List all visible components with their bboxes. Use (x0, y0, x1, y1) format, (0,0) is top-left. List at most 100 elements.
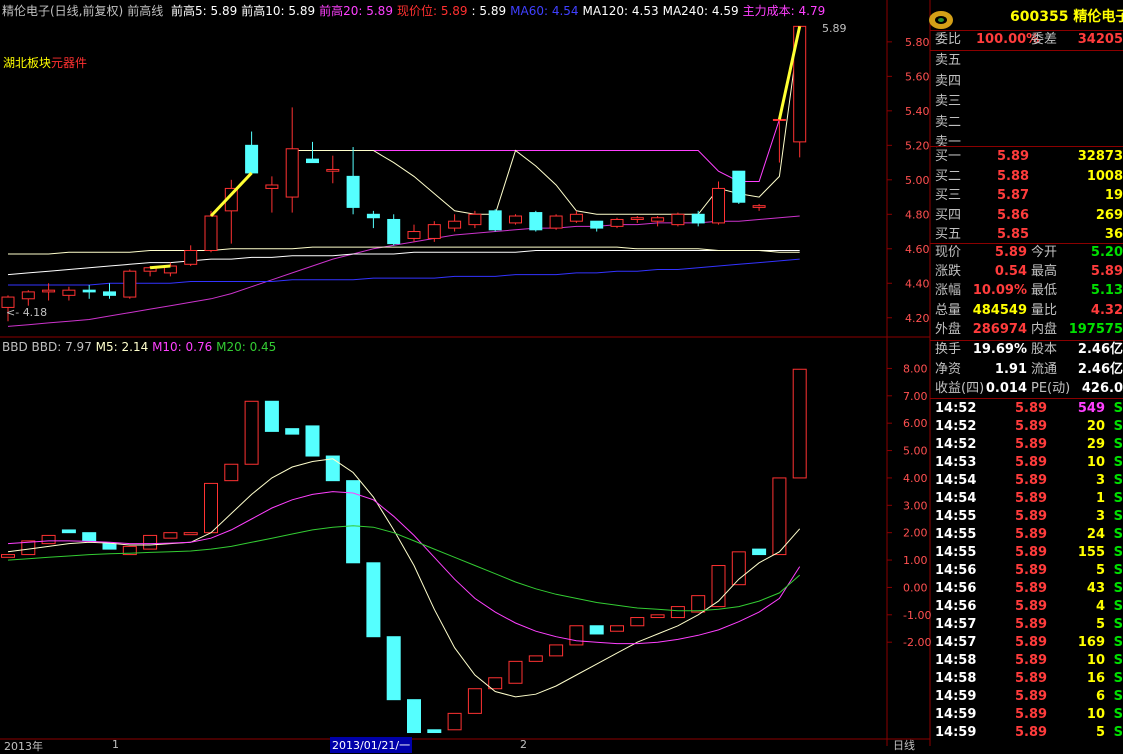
tick-time: 14:59 (935, 707, 977, 722)
stat-label: 内盘 (1031, 321, 1058, 337)
buy-level-row[interactable]: 买五 5.85 36 (935, 226, 1123, 244)
buy-level-row[interactable]: 买四 5.86 269 (935, 207, 1123, 225)
tick-price: 5.89 (1015, 725, 1048, 740)
tick-volume: 155 (1077, 545, 1105, 560)
tick-price: 5.89 (1015, 509, 1048, 524)
price-tick-label: 5.60 (905, 70, 930, 83)
candle-body (651, 217, 665, 222)
bbd-bar (183, 532, 198, 536)
tick-time: 14:52 (935, 401, 977, 416)
tick-price: 5.89 (1015, 599, 1048, 614)
candle-body (427, 224, 441, 239)
header-item: 现价位: 5.89 (396, 4, 468, 18)
bbd-tick-label: -2.00 (903, 636, 931, 649)
tick-volume: 169 (1077, 635, 1105, 650)
tick-volume: 10 (1086, 707, 1105, 722)
tick-price: 5.89 (1015, 563, 1048, 578)
tick-price: 5.89 (1015, 401, 1048, 416)
tick-side: S (1113, 545, 1123, 560)
fund-value: 2.46亿 (1077, 361, 1123, 377)
tick-side: S (1113, 635, 1123, 650)
axis-labels: 5.80 5.60 5.40 5.20 5.00 4.80 4.60 4.40 4.20 8.00… (887, 36, 931, 649)
tick-row: 14:59 5.89 6 S (935, 688, 1123, 706)
sector-label[interactable]: 湖北板块元器件 (3, 54, 87, 71)
fund-label: 净资 (935, 361, 962, 377)
footer-date[interactable]: 2013/01/21/一 (330, 737, 413, 753)
tick-side: S (1113, 599, 1123, 614)
candle-body (448, 220, 462, 229)
buy-price: 5.89 (997, 149, 1030, 164)
buy-volume: 36 (1104, 227, 1123, 242)
tick-row: 14:55 5.89 24 S (935, 526, 1123, 544)
sell-level-row[interactable]: 卖二 (935, 114, 1123, 132)
line-mid (292, 26, 801, 215)
bbd-bar (691, 595, 706, 613)
stat-label: 量比 (1031, 302, 1058, 318)
candle-body (245, 144, 259, 174)
sell-label: 卖五 (935, 53, 962, 68)
bbd-header: BBD BBD: 7.97 M5: 2.14 M10: 0.76 M20: 0.… (2, 340, 276, 354)
price-tick-label: 5.00 (905, 174, 930, 187)
candle-body (407, 231, 421, 239)
tick-volume: 24 (1086, 527, 1105, 542)
candle-body (204, 215, 218, 252)
chart-header: 精伦电子(日线,前复权) 前高线 前高5: 5.89 前高10: 5.89 前高20:… (2, 2, 833, 19)
price-tick-label: 5.40 (905, 105, 930, 118)
tick-side: S (1113, 689, 1123, 704)
stat-value: 5.89 (1090, 264, 1123, 280)
bbd-bar (488, 677, 503, 690)
buy-price: 5.86 (997, 207, 1030, 223)
fund-value: 0.014 (985, 381, 1027, 396)
tick-price: 5.89 (1015, 689, 1048, 704)
tick-row: 14:56 5.89 4 S (935, 598, 1123, 616)
indicator-name: 前高线 (127, 4, 164, 18)
fund-label: 流通 (1031, 361, 1058, 377)
candle-body (630, 217, 644, 220)
stat-label: 最低 (1031, 283, 1058, 299)
bbd-bar (610, 625, 624, 632)
bbd-bar (447, 712, 462, 731)
tick-side: S (1113, 725, 1123, 740)
tick-price: 5.89 (1015, 671, 1048, 686)
sell-level-row[interactable]: 卖四 (935, 73, 1123, 91)
tick-side: S (1113, 473, 1123, 488)
candle-body (691, 213, 705, 224)
buy-level-row[interactable]: 买三 5.87 19 (935, 187, 1123, 205)
fund-value: 19.69% (972, 342, 1027, 357)
tick-time: 14:57 (935, 617, 977, 632)
footer-period[interactable]: 日线 (893, 737, 915, 753)
header-item: : 5.89 (471, 4, 507, 18)
bbd-bar (386, 636, 401, 701)
sell-level-row[interactable]: 卖三 (935, 93, 1123, 111)
sell-level-row[interactable]: 卖五 (935, 52, 1123, 70)
candle-body (488, 210, 502, 231)
bbd-bar (264, 400, 279, 432)
tick-row: 14:54 5.89 3 S (935, 472, 1123, 490)
tick-volume: 29 (1086, 437, 1105, 452)
tick-volume: 3 (1095, 509, 1105, 524)
fundamental-row: 净资 1.91 流通 2.46亿 (935, 361, 1123, 379)
weicha-label: 委差 (1031, 32, 1058, 47)
buy-level-row[interactable]: 买一 5.89 32873 (935, 148, 1123, 166)
tick-volume: 5 (1095, 617, 1105, 632)
tick-row: 14:52 5.89 549 S (935, 400, 1123, 418)
header-item: MA240: 4.59 (662, 4, 739, 18)
stat-value: 5.89 (994, 245, 1027, 260)
tick-price: 5.89 (1015, 473, 1048, 488)
fundamental-row: 换手 19.69% 股本 2.46亿 (935, 341, 1123, 359)
buy-label: 买三 (935, 188, 962, 203)
tick-volume: 6 (1095, 689, 1105, 704)
tick-time: 14:56 (935, 563, 977, 578)
bbd-bar (467, 688, 482, 714)
bbd-bar (204, 482, 218, 534)
tick-row: 14:57 5.89 5 S (935, 616, 1123, 634)
header-item: 前高5: 5.89 (171, 4, 238, 18)
bbd-bar (772, 477, 787, 556)
tick-time: 14:52 (935, 437, 977, 452)
low-price-label: <- 4.18 (6, 306, 48, 319)
buy-level-row[interactable]: 买二 5.88 1008 (935, 168, 1123, 186)
header-item: 前高20: 5.89 (319, 4, 393, 18)
tick-side: S (1113, 581, 1123, 596)
fundamental-row: 收益(四) 0.014 PE(动) 426.0 (935, 380, 1123, 398)
candle-body (468, 213, 482, 226)
